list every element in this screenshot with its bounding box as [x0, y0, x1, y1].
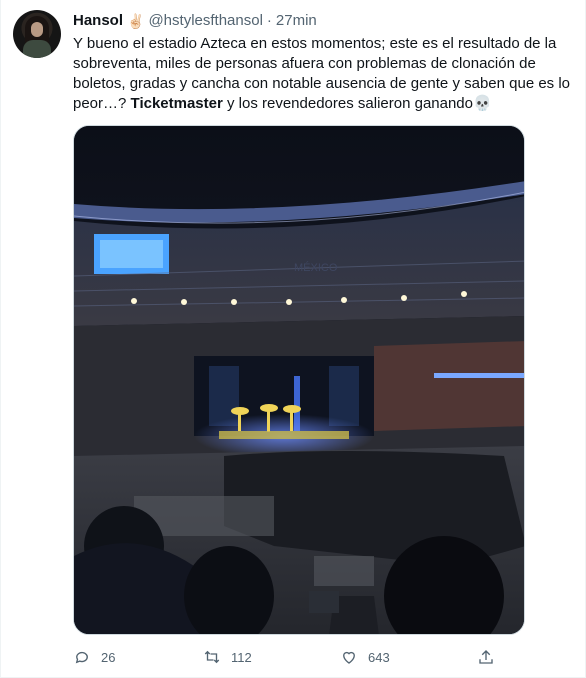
retweet-icon [204, 650, 220, 664]
reply-icon [75, 651, 88, 664]
skull-emoji: 💀 [473, 95, 492, 112]
tweet[interactable]: Hansol ✌🏻 @hstylesfthansol · 27min Y bue… [0, 0, 586, 678]
like-count: 643 [368, 649, 390, 665]
tweet-text-line-2: sobreventa, miles de personas afuera con… [73, 55, 536, 72]
tweet-timestamp[interactable]: 27min [276, 11, 317, 31]
ticketmaster-mention: Ticketmaster [130, 95, 223, 112]
tweet-media-image[interactable]: MÉXICO [73, 125, 525, 635]
tweet-text: Y bueno el estadio Azteca en estos momen… [73, 34, 573, 114]
stadium-photo: MÉXICO [74, 126, 524, 634]
tweet-header: Hansol ✌🏻 @hstylesfthansol · 27min [73, 11, 317, 31]
tweet-text-line-3: boletos, gradas y cancha con notable aus… [73, 75, 571, 92]
stadium-sign: MÉXICO [294, 261, 338, 274]
author-handle[interactable]: @hstylesfthansol [148, 11, 262, 31]
retweet-button[interactable]: 112 [203, 648, 252, 666]
share-button[interactable] [477, 648, 495, 666]
author-name[interactable]: Hansol [73, 11, 123, 31]
like-icon [343, 651, 355, 664]
tweet-text-line-1: Y bueno el estadio Azteca en estos momen… [73, 35, 557, 52]
tweet-actions: 26 112 643 [73, 648, 503, 670]
like-button[interactable]: 643 [340, 648, 390, 666]
separator-dot: · [266, 12, 272, 29]
reply-count: 26 [101, 649, 116, 665]
avatar[interactable] [13, 10, 61, 58]
retweet-count: 112 [231, 649, 252, 665]
peace-emoji: ✌🏻 [127, 13, 145, 29]
tweet-text-tail: y los revendedores salieron ganando [222, 95, 473, 112]
share-icon [479, 650, 493, 664]
reply-button[interactable]: 26 [73, 648, 115, 666]
tweet-text-line-4: peor…? [73, 95, 131, 112]
